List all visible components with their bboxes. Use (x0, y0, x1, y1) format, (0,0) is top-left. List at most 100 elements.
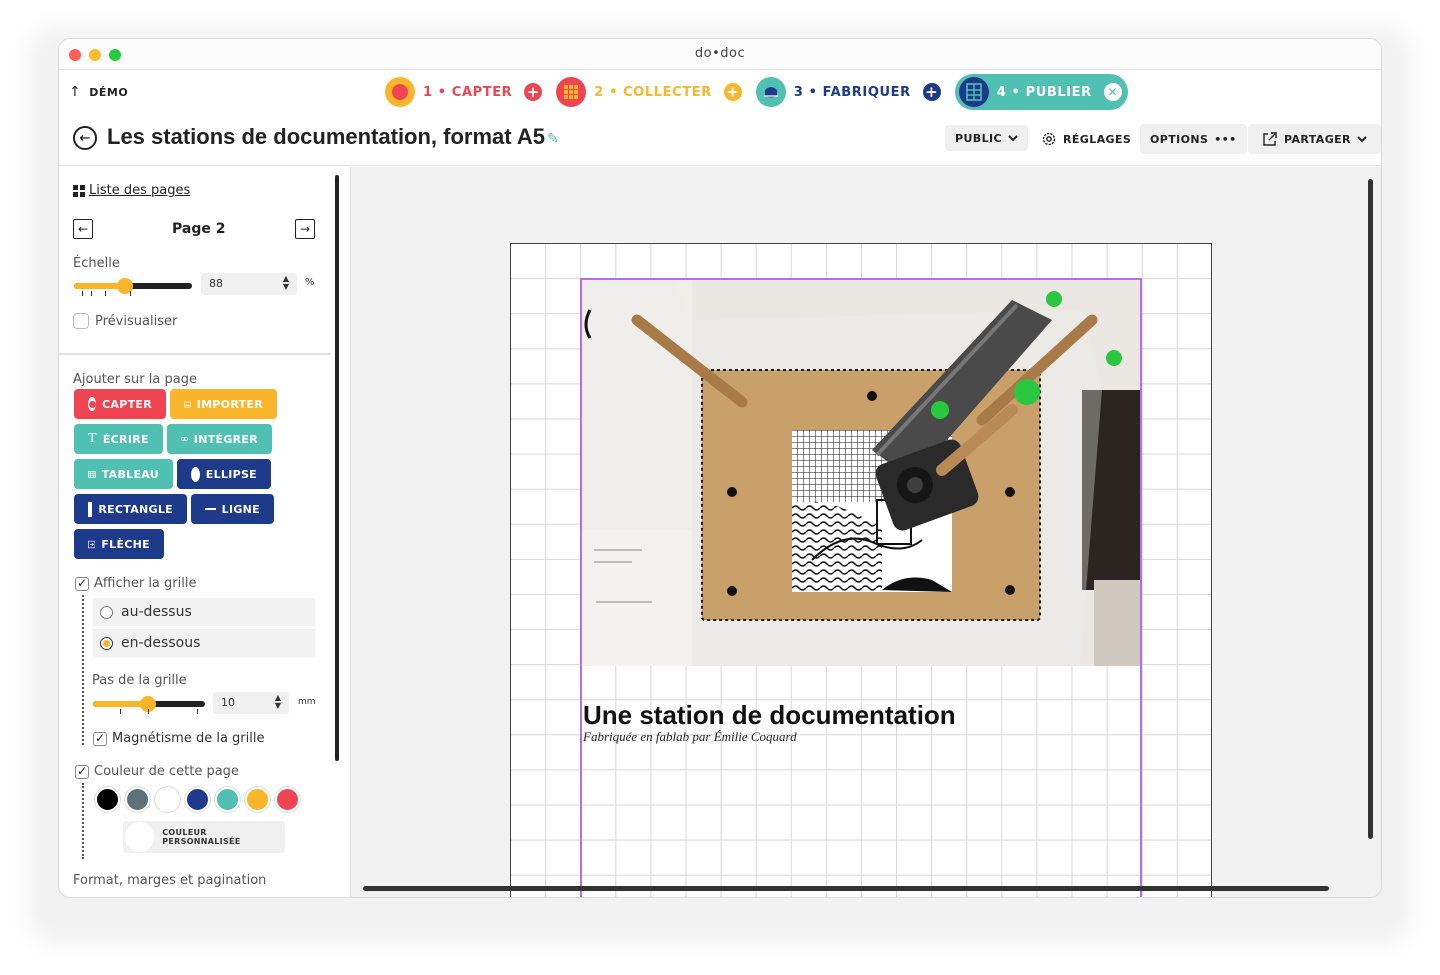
scale-unit: % (305, 277, 315, 288)
page-color-label: Couleur de cette page (94, 764, 239, 779)
caption-subtitle[interactable]: Fabriquée en fablab par Émilie Coquard (583, 729, 797, 745)
show-grid-toggle[interactable]: Afficher la grille (75, 576, 196, 591)
swatch-black[interactable] (95, 787, 120, 812)
back-to-project-link[interactable]: ↑ DÉMO (69, 84, 128, 100)
step-capter[interactable]: 1 • CAPTER + (385, 74, 543, 110)
title-bar: do•doc (59, 39, 1381, 70)
add-fabrication-button[interactable]: + (922, 83, 941, 101)
page-settings-sidebar: Liste des pages ← Page 2 → Échelle 88 ▲ ▼… (59, 167, 345, 897)
publier-step-icon (958, 77, 989, 107)
share-dropdown[interactable]: PARTAGER (1248, 124, 1381, 154)
rectangle-button[interactable]: RECTANGLE (74, 494, 187, 524)
grid-step-label: Pas de la grille (92, 673, 187, 688)
grid-below-option[interactable]: en-dessous (93, 629, 315, 657)
stepper-icon[interactable]: ▲ ▼ (283, 275, 289, 291)
page-color-toggle[interactable]: Couleur de cette page (75, 764, 239, 779)
rectangle-icon (88, 501, 93, 517)
layout-canvas[interactable]: Une station de documentation Fabriquée e… (350, 167, 1381, 897)
scale-label: Échelle (73, 256, 120, 271)
edit-title-icon[interactable]: ✎ (547, 131, 559, 147)
settings-button[interactable]: RÉGLAGES (1031, 124, 1141, 154)
grid-above-radio[interactable] (100, 605, 113, 619)
swatch-grey[interactable] (125, 787, 150, 812)
grid-below-radio[interactable] (100, 636, 113, 650)
step-fabriquer-label: 3 • FABRIQUER (793, 84, 911, 100)
rectangle-button-label: RECTANGLE (98, 502, 173, 516)
caption-title[interactable]: Une station de documentation (583, 700, 956, 731)
ecrire-button[interactable]: T ÉCRIRE (74, 424, 163, 454)
preview-checkbox[interactable] (73, 313, 89, 329)
station-photo[interactable] (582, 280, 1140, 666)
ellipse-button[interactable]: ELLIPSE (177, 459, 271, 489)
grid-icon (73, 184, 85, 197)
grid-below-label: en-dessous (121, 635, 201, 651)
step-collecter[interactable]: 2 • COLLECTER + (556, 74, 742, 110)
tableau-button[interactable]: TABLEAU (74, 459, 173, 489)
swatch-teal[interactable] (215, 787, 240, 812)
capter-button[interactable]: CAPTER (74, 389, 166, 419)
pages-list-link[interactable]: Liste des pages (73, 183, 190, 198)
add-collection-button[interactable]: + (723, 83, 742, 101)
custom-color-label: COULEUR PERSONNALISÉE (162, 828, 241, 846)
chevron-down-icon (1357, 136, 1367, 143)
page-color-checkbox[interactable] (75, 764, 89, 779)
swatch-blue[interactable] (185, 787, 210, 812)
preview-toggle[interactable]: Prévisualiser (73, 313, 177, 329)
show-grid-checkbox[interactable] (75, 576, 89, 591)
app-window: do•doc ↑ DÉMO 1 • CAPTER + 2 • COLLECTER… (58, 38, 1382, 898)
grid-step-input[interactable]: 10 ▲ ▼ (213, 692, 289, 714)
layout-page[interactable]: Une station de documentation Fabriquée e… (510, 243, 1212, 897)
ellipse-icon (191, 466, 200, 482)
sidebar-scrollbar[interactable] (335, 175, 339, 761)
capter-button-label: CAPTER (102, 397, 152, 411)
grid-snap-label: Magnétisme de la grille (112, 731, 265, 746)
settings-label: RÉGLAGES (1063, 132, 1132, 146)
window-title: do•doc (694, 46, 746, 61)
step-publier[interactable]: 4 • PUBLIER ✕ (954, 74, 1128, 110)
fabriquer-step-icon (755, 77, 786, 107)
ecrire-button-label: ÉCRIRE (102, 432, 149, 446)
arrow-up-icon: ↑ (69, 84, 82, 100)
external-link-icon (1263, 132, 1277, 146)
station-photo-illustration (582, 280, 1140, 666)
back-arrow-icon[interactable]: ← (73, 126, 97, 150)
grid-snap-checkbox[interactable] (93, 731, 107, 746)
swatch-yellow[interactable] (245, 787, 270, 812)
gear-icon (1042, 132, 1056, 146)
next-page-arrow-icon[interactable]: → (295, 219, 315, 239)
canvas-vertical-scrollbar[interactable] (1368, 179, 1373, 839)
ligne-button-label: LIGNE (221, 502, 260, 516)
fleche-button-label: FLÈCHE (101, 537, 150, 551)
top-navigation: ↑ DÉMO 1 • CAPTER + 2 • COLLECTER + 3 • … (59, 70, 1381, 114)
visibility-dropdown[interactable]: PUBLIC (945, 125, 1028, 151)
swatch-white[interactable] (155, 787, 180, 812)
add-capture-button[interactable]: + (524, 83, 543, 101)
line-icon (205, 508, 216, 510)
link-icon (181, 437, 188, 441)
integrer-button-label: INTÉGRER (193, 432, 258, 446)
arrow-box-icon (88, 540, 96, 548)
stepper-icon[interactable]: ▲ ▼ (275, 694, 281, 710)
pages-list-label: Liste des pages (89, 183, 191, 198)
more-dots-icon: ••• (1214, 132, 1237, 146)
grid-step-slider[interactable] (93, 696, 205, 712)
scale-slider[interactable] (74, 278, 192, 294)
swatch-red[interactable] (275, 787, 300, 812)
grid-step-ticks (93, 709, 205, 715)
fleche-button[interactable]: FLÈCHE (74, 529, 164, 559)
grid-above-option[interactable]: au-dessus (93, 598, 315, 626)
collecter-step-icon (556, 77, 587, 107)
options-button[interactable]: OPTIONS ••• (1140, 124, 1247, 154)
integrer-button[interactable]: INTÉGRER (167, 424, 272, 454)
ligne-button[interactable]: LIGNE (191, 494, 274, 524)
importer-button[interactable]: IMPORTER (170, 389, 277, 419)
custom-color-button[interactable]: COULEUR PERSONNALISÉE (123, 821, 285, 853)
canvas-horizontal-scrollbar[interactable] (363, 886, 1329, 891)
record-icon (88, 397, 97, 411)
format-section-label[interactable]: Format, marges et pagination (73, 873, 266, 888)
step-fabriquer[interactable]: 3 • FABRIQUER + (755, 74, 941, 110)
grid-snap-toggle[interactable]: Magnétisme de la grille (93, 731, 264, 746)
previous-page-arrow-icon[interactable]: ← (73, 219, 93, 239)
scale-input[interactable]: 88 ▲ ▼ (201, 273, 297, 295)
close-publication-button[interactable]: ✕ (1103, 83, 1122, 101)
